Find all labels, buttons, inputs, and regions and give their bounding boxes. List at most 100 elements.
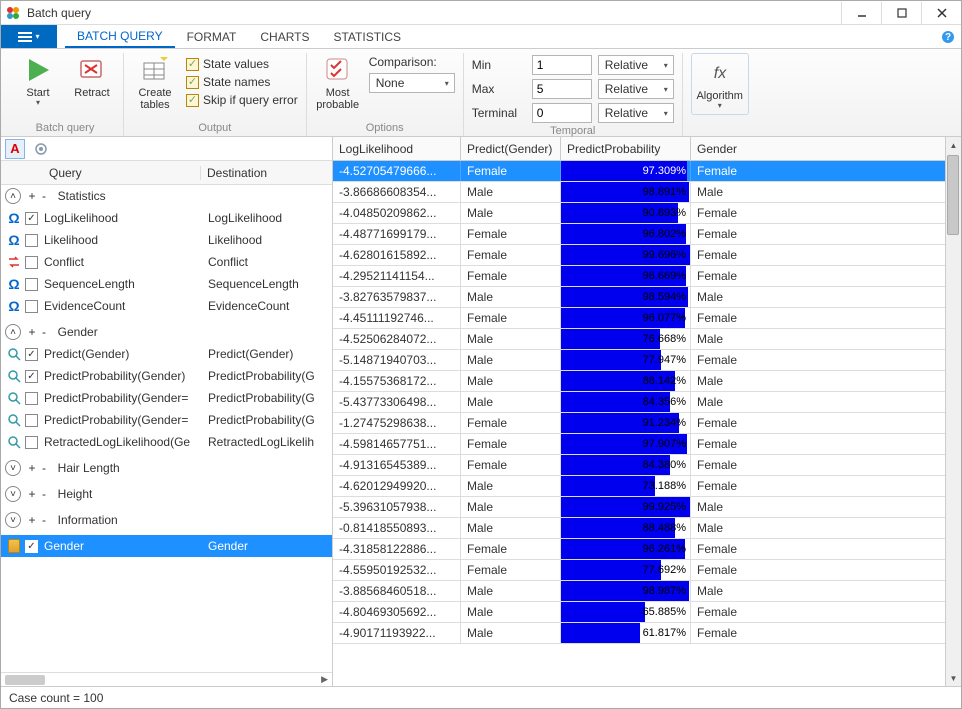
table-row[interactable]: -4.31858122886...Female96.261%Female xyxy=(333,539,961,560)
results-body[interactable]: -4.52705479666...Female97.309%Female-3.8… xyxy=(333,161,961,686)
checkbox[interactable] xyxy=(25,212,38,225)
expand-icon[interactable]: ˅ xyxy=(5,512,21,528)
tree-header-destination[interactable]: Destination xyxy=(201,166,332,180)
table-row[interactable]: -4.45111192746...Female96.077%Female xyxy=(333,308,961,329)
checkbox[interactable] xyxy=(25,300,38,313)
table-row[interactable]: -5.43773306498...Male84.356%Male xyxy=(333,392,961,413)
table-row[interactable]: -4.91316545389...Female84.380%Female xyxy=(333,455,961,476)
tree-group-information[interactable]: ˅+- Information xyxy=(1,509,332,531)
scroll-up-icon[interactable]: ▲ xyxy=(946,137,961,153)
tree-group-gender[interactable]: ˄+- Gender xyxy=(1,321,332,343)
table-row[interactable]: -4.55950192532...Female77.692%Female xyxy=(333,560,961,581)
vertical-scrollbar[interactable]: ▲ ▼ xyxy=(945,137,961,686)
state-values-checkbox[interactable]: State values xyxy=(186,57,298,71)
column-header[interactable]: Predict(Gender) xyxy=(461,137,561,160)
cell-gender: Female xyxy=(691,161,961,181)
gear-icon[interactable] xyxy=(31,139,51,159)
start-button[interactable]: Start ▾ xyxy=(15,53,61,107)
table-row[interactable]: -4.90171193922...Male61.817%Female xyxy=(333,623,961,644)
checkbox[interactable] xyxy=(25,436,38,449)
most-probable-button[interactable]: Most probable xyxy=(315,53,361,111)
help-icon[interactable]: ? xyxy=(941,25,955,48)
collapse-icon[interactable]: ˄ xyxy=(5,324,21,340)
create-tables-button[interactable]: Create tables xyxy=(132,53,178,111)
cell-predict: Male xyxy=(461,623,561,643)
state-names-checkbox[interactable]: State names xyxy=(186,75,298,89)
cell-predict: Male xyxy=(461,203,561,223)
maximize-button[interactable] xyxy=(881,2,921,24)
tab-charts[interactable]: CHARTS xyxy=(248,25,321,48)
algorithm-button[interactable]: fx Algorithm ▾ xyxy=(691,53,749,115)
terminal-input[interactable] xyxy=(532,103,592,123)
table-row[interactable]: -3.82763579837...Male98.594%Male xyxy=(333,287,961,308)
checkbox[interactable] xyxy=(25,540,38,553)
comparison-combo[interactable]: None▾ xyxy=(369,73,455,93)
table-row[interactable]: -4.48771699179...Female96.802%Female xyxy=(333,224,961,245)
table-row[interactable]: -4.52506284072...Male76.668%Male xyxy=(333,329,961,350)
tab-batch-query[interactable]: BATCH QUERY xyxy=(65,25,175,48)
column-header[interactable]: Gender xyxy=(691,137,961,160)
tree-item[interactable]: PredictProbability(Gender=PredictProbabi… xyxy=(1,387,332,409)
column-header[interactable]: PredictProbability xyxy=(561,137,691,160)
table-row[interactable]: -5.14871940703...Male77.947%Female xyxy=(333,350,961,371)
cell-predict: Female xyxy=(461,308,561,328)
table-row[interactable]: -5.39631057938...Male99.925%Male xyxy=(333,497,961,518)
checkbox[interactable] xyxy=(25,414,38,427)
tree-item[interactable]: ΩEvidenceCountEvidenceCount xyxy=(1,295,332,317)
tree-group-height[interactable]: ˅+- Height xyxy=(1,483,332,505)
tab-statistics[interactable]: STATISTICS xyxy=(321,25,413,48)
checkbox[interactable] xyxy=(25,348,38,361)
max-mode-combo[interactable]: Relative▾ xyxy=(598,79,674,99)
tab-format[interactable]: FORMAT xyxy=(175,25,249,48)
min-mode-combo[interactable]: Relative▾ xyxy=(598,55,674,75)
collapse-icon[interactable]: ˄ xyxy=(5,188,21,204)
table-row[interactable]: -1.27475298638...Female91.234%Female xyxy=(333,413,961,434)
checkbox[interactable] xyxy=(25,256,38,269)
terminal-mode-combo[interactable]: Relative▾ xyxy=(598,103,674,123)
column-header[interactable]: LogLikelihood xyxy=(333,137,461,160)
cell-loglikelihood: -3.82763579837... xyxy=(333,287,461,307)
cell-predict: Female xyxy=(461,413,561,433)
retract-button[interactable]: Retract xyxy=(69,53,115,99)
tree-body[interactable]: ˄+- StatisticsΩLogLikelihoodLogLikelihoo… xyxy=(1,185,332,672)
table-row[interactable]: -0.81418550893...Male88.488%Male xyxy=(333,518,961,539)
table-row[interactable]: -4.04850209862...Male90.893%Female xyxy=(333,203,961,224)
tree-item[interactable]: PredictProbability(Gender=PredictProbabi… xyxy=(1,409,332,431)
checkbox[interactable] xyxy=(25,392,38,405)
tree-item[interactable]: ΩLogLikelihoodLogLikelihood xyxy=(1,207,332,229)
scrollbar-thumb[interactable] xyxy=(947,155,959,235)
tree-group-statistics[interactable]: ˄+- Statistics xyxy=(1,185,332,207)
scroll-down-icon[interactable]: ▼ xyxy=(946,670,961,686)
table-row[interactable]: -3.88568460518...Male98.987%Male xyxy=(333,581,961,602)
checkbox[interactable] xyxy=(25,370,38,383)
file-menu-button[interactable]: ▾ xyxy=(1,25,57,48)
close-button[interactable] xyxy=(921,2,961,24)
checkbox[interactable] xyxy=(25,278,38,291)
tree-item[interactable]: ΩLikelihoodLikelihood xyxy=(1,229,332,251)
tree-item[interactable]: ConflictConflict xyxy=(1,251,332,273)
tree-item[interactable]: ΩSequenceLengthSequenceLength xyxy=(1,273,332,295)
expand-icon[interactable]: ˅ xyxy=(5,460,21,476)
expand-icon[interactable]: ˅ xyxy=(5,486,21,502)
max-input[interactable] xyxy=(532,79,592,99)
table-row[interactable]: -4.62801615892...Female99.696%Female xyxy=(333,245,961,266)
skip-error-checkbox[interactable]: Skip if query error xyxy=(186,93,298,107)
checkbox[interactable] xyxy=(25,234,38,247)
tree-item[interactable]: Predict(Gender)Predict(Gender) xyxy=(1,343,332,365)
table-row[interactable]: -4.52705479666...Female97.309%Female xyxy=(333,161,961,182)
tree-item[interactable]: PredictProbability(Gender)PredictProbabi… xyxy=(1,365,332,387)
font-tool-button[interactable]: A xyxy=(5,139,25,159)
tree-header-query[interactable]: Query xyxy=(1,166,201,180)
table-row[interactable]: -4.80469305692...Male65.885%Female xyxy=(333,602,961,623)
min-input[interactable] xyxy=(532,55,592,75)
tree-group-hair-length[interactable]: ˅+- Hair Length xyxy=(1,457,332,479)
table-row[interactable]: -4.62012949920...Male73.188%Female xyxy=(333,476,961,497)
table-row[interactable]: -4.29521141154...Female96.669%Female xyxy=(333,266,961,287)
table-row[interactable]: -3.86686608354...Male98.891%Male xyxy=(333,182,961,203)
minimize-button[interactable] xyxy=(841,2,881,24)
table-row[interactable]: -4.59814657751...Female97.907%Female xyxy=(333,434,961,455)
horizontal-scrollbar[interactable]: ▶ xyxy=(1,672,332,686)
tree-item[interactable]: RetractedLogLikelihood(GeRetractedLogLik… xyxy=(1,431,332,453)
table-row[interactable]: -4.15575368172...Male88.142%Male xyxy=(333,371,961,392)
tree-item-selected[interactable]: GenderGender xyxy=(1,535,332,557)
